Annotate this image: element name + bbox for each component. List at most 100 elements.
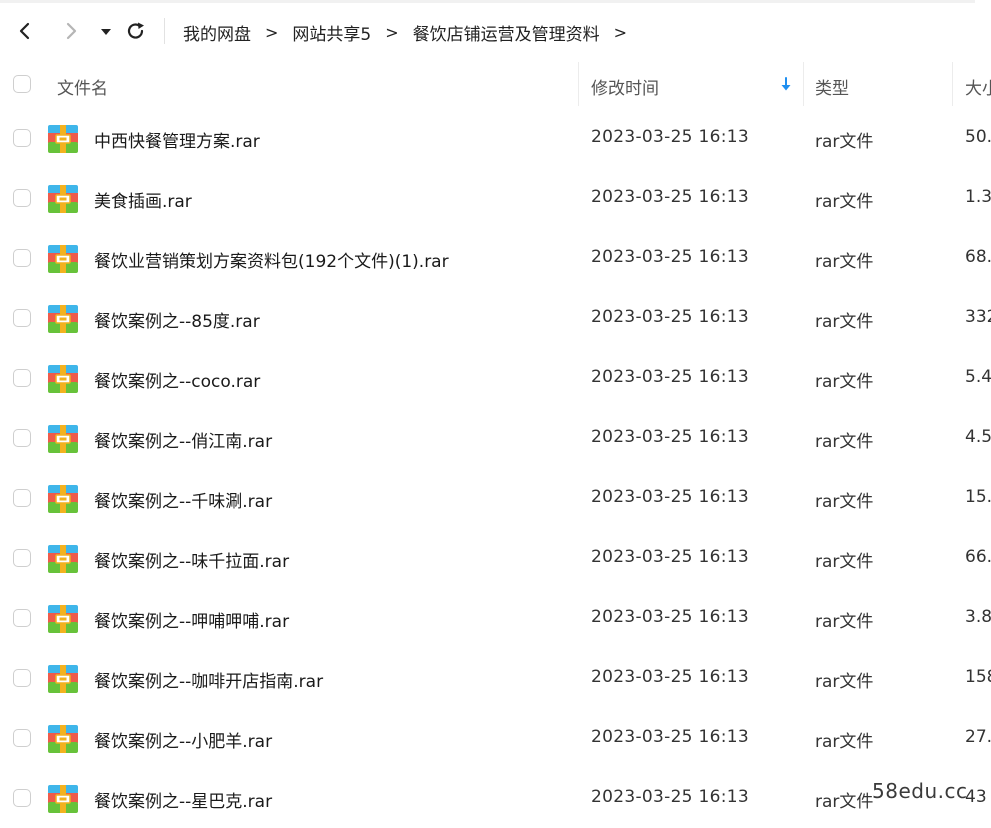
caret-down-icon xyxy=(101,29,111,35)
file-name[interactable]: 餐饮业营销策划方案资料包(192个文件)(1).rar xyxy=(94,247,449,272)
row-checkbox[interactable] xyxy=(13,489,31,507)
file-row[interactable]: 餐饮案例之--星巴克.rar 2023-03-25 16:13 rar文件 43 xyxy=(0,768,991,828)
column-header-type[interactable]: 类型 xyxy=(815,74,849,99)
breadcrumb-separator: > xyxy=(265,22,279,42)
file-type: rar文件 xyxy=(815,312,874,332)
rar-archive-icon xyxy=(47,363,79,395)
file-name[interactable]: 餐饮案例之--coco.rar xyxy=(94,367,260,392)
column-header-size[interactable]: 大小 xyxy=(965,74,991,99)
chevron-left-icon xyxy=(19,22,30,40)
file-modified-time: 2023-03-25 16:13 xyxy=(591,607,749,627)
rar-archive-icon xyxy=(47,243,79,275)
refresh-icon xyxy=(127,22,144,39)
row-checkbox[interactable] xyxy=(13,729,31,747)
file-modified-time: 2023-03-25 16:13 xyxy=(591,367,749,387)
file-row[interactable]: 餐饮案例之--俏江南.rar 2023-03-25 16:13 rar文件 4.5 xyxy=(0,408,991,468)
back-button[interactable] xyxy=(14,19,36,43)
breadcrumb: 我的网盘 > 网站共享5 > 餐饮店铺运营及管理资料 > xyxy=(183,20,641,45)
row-checkbox[interactable] xyxy=(13,369,31,387)
file-name[interactable]: 餐饮案例之--味千拉面.rar xyxy=(94,547,289,572)
file-size: 1.3 xyxy=(965,187,991,207)
file-name[interactable]: 美食插画.rar xyxy=(94,187,192,212)
file-modified-time: 2023-03-25 16:13 xyxy=(591,667,749,687)
row-checkbox[interactable] xyxy=(13,789,31,807)
file-size: 4.5 xyxy=(965,427,991,447)
file-name[interactable]: 餐饮案例之--咖啡开店指南.rar xyxy=(94,667,323,692)
row-checkbox[interactable] xyxy=(13,429,31,447)
breadcrumb-item-share[interactable]: 网站共享5 xyxy=(292,20,371,45)
row-checkbox[interactable] xyxy=(13,129,31,147)
file-name[interactable]: 餐饮案例之--呷哺呷哺.rar xyxy=(94,607,289,632)
rar-archive-icon xyxy=(47,483,79,515)
file-row[interactable]: 餐饮业营销策划方案资料包(192个文件)(1).rar 2023-03-25 16… xyxy=(0,228,991,288)
file-type: rar文件 xyxy=(815,252,874,272)
watermark: 58edu.cc xyxy=(872,779,968,803)
file-size: 15. xyxy=(965,487,991,507)
file-row[interactable]: 餐饮案例之--小肥羊.rar 2023-03-25 16:13 rar文件 27. xyxy=(0,708,991,768)
file-row[interactable]: 餐饮案例之--呷哺呷哺.rar 2023-03-25 16:13 rar文件 3.8 xyxy=(0,588,991,648)
file-row[interactable]: 餐饮案例之--咖啡开店指南.rar 2023-03-25 16:13 rar文件 15… xyxy=(0,648,991,708)
file-modified-time: 2023-03-25 16:13 xyxy=(591,307,749,327)
history-dropdown-button[interactable] xyxy=(97,19,119,43)
column-header-modified[interactable]: 修改时间 xyxy=(591,74,659,99)
file-list-header: 文件名 修改时间 类型 大小 xyxy=(0,58,991,110)
select-all-checkbox[interactable] xyxy=(13,75,31,93)
file-size: 3.8 xyxy=(965,607,991,627)
file-row[interactable]: 餐饮案例之--千味涮.rar 2023-03-25 16:13 rar文件 15. xyxy=(0,468,991,528)
refresh-button[interactable] xyxy=(125,19,147,43)
row-checkbox[interactable] xyxy=(13,309,31,327)
rar-archive-icon xyxy=(47,303,79,335)
file-row[interactable]: 餐饮案例之--85度.rar 2023-03-25 16:13 rar文件 332 xyxy=(0,288,991,348)
file-type: rar文件 xyxy=(815,732,874,752)
sort-descending-icon[interactable] xyxy=(780,76,792,92)
file-name[interactable]: 餐饮案例之--星巴克.rar xyxy=(94,787,272,812)
file-size: 43 xyxy=(965,787,987,807)
row-checkbox[interactable] xyxy=(13,669,31,687)
rar-archive-icon xyxy=(47,123,79,155)
breadcrumb-item-root[interactable]: 我的网盘 xyxy=(183,20,251,45)
column-header-name[interactable]: 文件名 xyxy=(57,74,108,99)
rar-archive-icon xyxy=(47,783,79,815)
row-checkbox[interactable] xyxy=(13,189,31,207)
file-size: 27. xyxy=(965,727,991,747)
rar-archive-icon xyxy=(47,723,79,755)
row-checkbox[interactable] xyxy=(13,609,31,627)
column-divider[interactable] xyxy=(803,62,804,106)
forward-button[interactable] xyxy=(60,19,82,43)
row-checkbox[interactable] xyxy=(13,249,31,267)
file-name[interactable]: 餐饮案例之--85度.rar xyxy=(94,307,260,332)
file-type: rar文件 xyxy=(815,672,874,692)
file-name[interactable]: 中西快餐管理方案.rar xyxy=(94,127,260,152)
breadcrumb-expand[interactable]: > xyxy=(614,23,627,42)
file-type: rar文件 xyxy=(815,792,874,812)
file-row[interactable]: 中西快餐管理方案.rar 2023-03-25 16:13 rar文件 50. xyxy=(0,108,991,168)
file-size: 68. xyxy=(965,247,991,267)
file-type: rar文件 xyxy=(815,192,874,212)
file-list: 中西快餐管理方案.rar 2023-03-25 16:13 rar文件 50. 美食插画… xyxy=(0,108,991,828)
file-row[interactable]: 美食插画.rar 2023-03-25 16:13 rar文件 1.3 xyxy=(0,168,991,228)
file-size: 332 xyxy=(965,307,991,327)
file-modified-time: 2023-03-25 16:13 xyxy=(591,487,749,507)
file-name[interactable]: 餐饮案例之--千味涮.rar xyxy=(94,487,272,512)
chevron-right-icon xyxy=(66,22,77,40)
file-size: 158 xyxy=(965,667,991,687)
file-modified-time: 2023-03-25 16:13 xyxy=(591,787,749,807)
file-type: rar文件 xyxy=(815,492,874,512)
column-divider[interactable] xyxy=(578,62,579,106)
toolbar-separator xyxy=(164,18,165,44)
file-modified-time: 2023-03-25 16:13 xyxy=(591,127,749,147)
row-checkbox[interactable] xyxy=(13,549,31,567)
file-name[interactable]: 餐饮案例之--俏江南.rar xyxy=(94,427,272,452)
rar-archive-icon xyxy=(47,183,79,215)
file-row[interactable]: 餐饮案例之--味千拉面.rar 2023-03-25 16:13 rar文件 66. xyxy=(0,528,991,588)
file-modified-time: 2023-03-25 16:13 xyxy=(591,547,749,567)
file-name[interactable]: 餐饮案例之--小肥羊.rar xyxy=(94,727,272,752)
column-divider[interactable] xyxy=(952,62,953,106)
toolbar: 我的网盘 > 网站共享5 > 餐饮店铺运营及管理资料 > xyxy=(0,6,991,58)
file-row[interactable]: 餐饮案例之--coco.rar 2023-03-25 16:13 rar文件 5.4 xyxy=(0,348,991,408)
rar-archive-icon xyxy=(47,663,79,695)
file-modified-time: 2023-03-25 16:13 xyxy=(591,427,749,447)
file-type: rar文件 xyxy=(815,612,874,632)
breadcrumb-item-current[interactable]: 餐饮店铺运营及管理资料 xyxy=(413,20,600,45)
rar-archive-icon xyxy=(47,603,79,635)
